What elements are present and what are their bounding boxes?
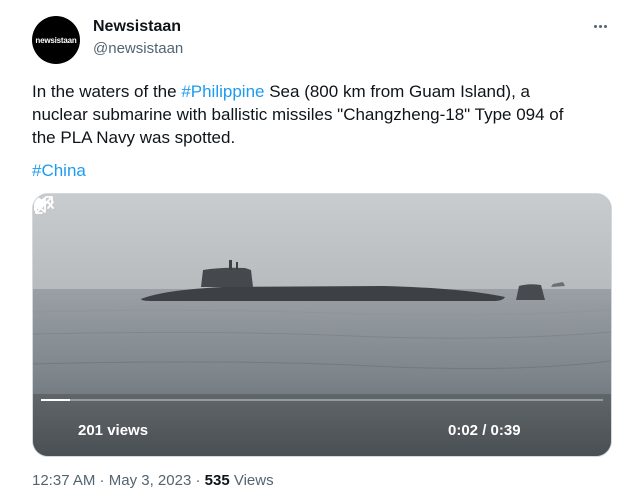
tweet-date[interactable]: May 3, 2023 bbox=[109, 472, 192, 489]
avatar[interactable]: newsistaan bbox=[32, 16, 80, 64]
hashtag-china-link[interactable]: #China bbox=[32, 159, 86, 182]
avatar-label: newsistaan bbox=[35, 35, 77, 45]
author-handle[interactable]: @newsistaan bbox=[93, 40, 183, 57]
tweet-meta: 12:37 AM · May 3, 2023 · 535 Views bbox=[32, 472, 274, 489]
tweet-text-line-2: nuclear submarine with ballistic missile… bbox=[32, 105, 564, 124]
video-frame bbox=[33, 194, 611, 456]
tweet-text: In the waters of the #Philippine Sea (80… bbox=[32, 80, 612, 149]
video-progress-bar[interactable] bbox=[41, 399, 603, 401]
meta-separator: · bbox=[95, 472, 109, 489]
video-player[interactable]: 201 views 0:02 / 0:39 bbox=[32, 193, 612, 457]
video-progress-fill bbox=[41, 399, 70, 401]
tweet-card: newsistaan Newsistaan @newsistaan In the… bbox=[0, 0, 640, 493]
fullscreen-icon[interactable] bbox=[33, 194, 55, 216]
tweet-text-segment: Sea (800 km from Guam Island), a bbox=[264, 82, 530, 101]
video-view-count: 201 views bbox=[78, 422, 149, 439]
tweet-views-label: Views bbox=[229, 472, 274, 489]
meta-separator: · bbox=[191, 472, 205, 489]
tweet-text-line-1: In the waters of the #Philippine Sea (80… bbox=[32, 80, 612, 103]
tweet-view-count: 535 bbox=[204, 472, 230, 489]
more-icon[interactable] bbox=[588, 14, 612, 38]
author-name[interactable]: Newsistaan bbox=[93, 18, 181, 36]
tweet-time[interactable]: 12:37 AM bbox=[32, 472, 95, 489]
tweet-text-segment: In the waters of the bbox=[32, 82, 182, 101]
hashtag-philippine-link[interactable]: #Philippine bbox=[181, 82, 264, 101]
video-time: 0:02 / 0:39 bbox=[448, 422, 521, 439]
tweet-text-line-3: the PLA Navy was spotted. bbox=[32, 128, 236, 147]
